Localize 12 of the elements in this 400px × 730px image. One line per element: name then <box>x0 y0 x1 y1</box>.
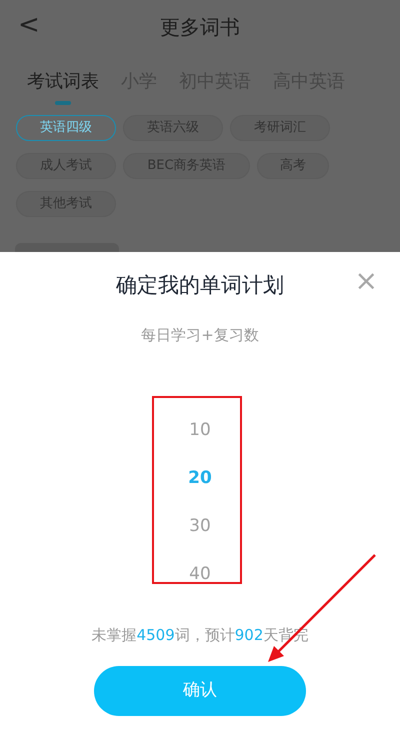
dialog-subtitle: 每日学习+复习数 <box>141 324 259 346</box>
dialog-title: 确定我的单词计划 <box>116 272 284 299</box>
exam-chip[interactable]: 英语四级 <box>16 115 116 141</box>
picker-option[interactable]: 10 <box>189 418 211 442</box>
picker-option[interactable]: 40 <box>189 562 211 586</box>
picker-option[interactable]: 20 <box>188 466 212 490</box>
confirm-button[interactable]: 确认 <box>94 666 306 716</box>
close-button[interactable]: × <box>348 266 384 296</box>
page-title: 更多词书 <box>160 14 240 41</box>
picker-option[interactable]: 30 <box>189 514 211 538</box>
back-button[interactable]: < <box>18 12 40 38</box>
category-tab[interactable]: 考试词表 <box>27 68 99 107</box>
